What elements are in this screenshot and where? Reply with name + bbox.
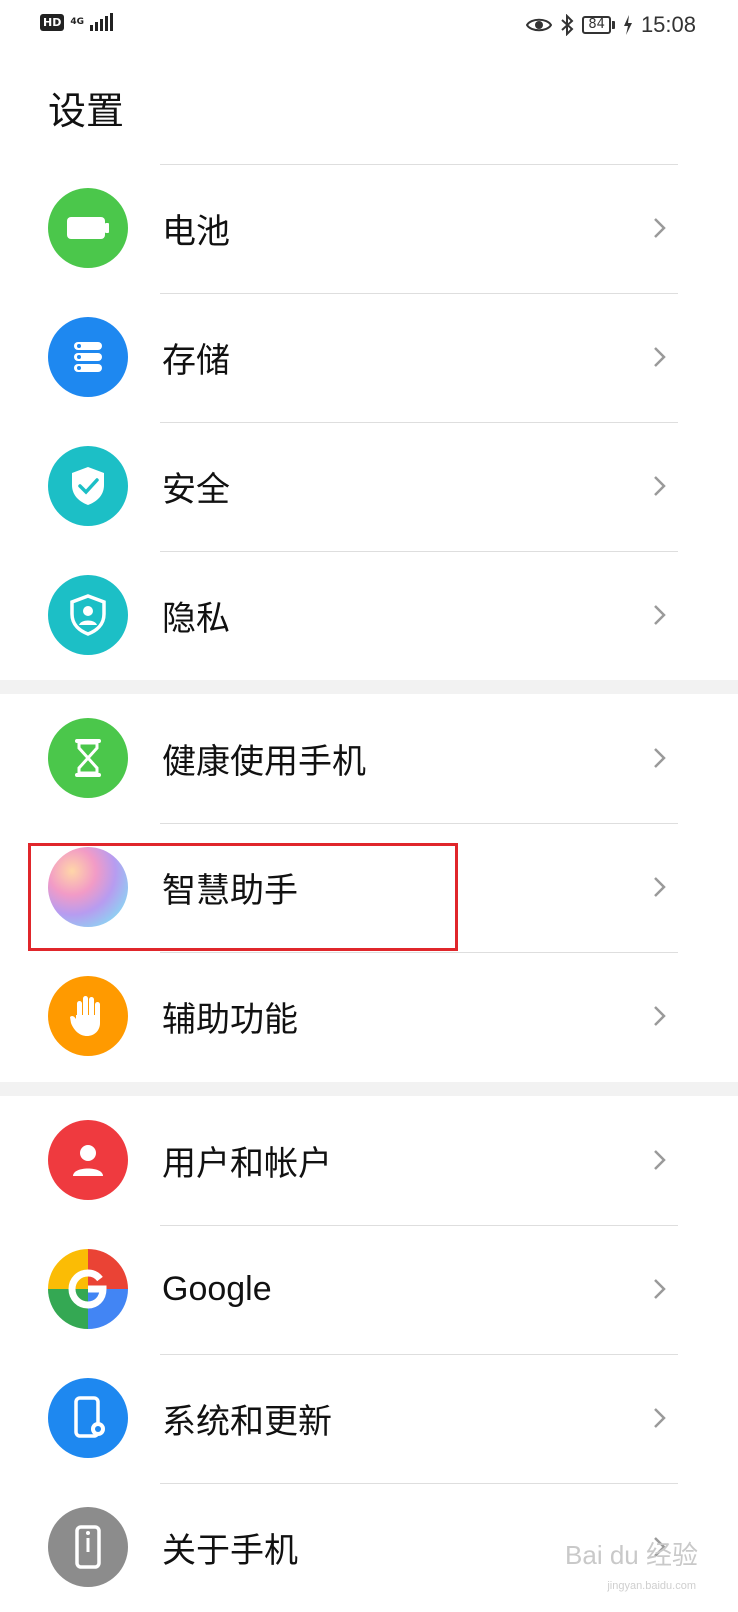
- signal-icon: [90, 13, 113, 31]
- shield-check-icon: [48, 446, 128, 526]
- status-right: 84 15:08: [526, 12, 696, 38]
- google-icon: [48, 1249, 128, 1329]
- settings-item-label: 健康使用手机: [162, 742, 366, 782]
- section-separator: [0, 680, 738, 694]
- battery-level: 84: [582, 16, 611, 34]
- settings-item-label: 关于手机: [162, 1531, 298, 1571]
- eye-icon: [526, 18, 553, 32]
- hd-badge: HD: [40, 13, 65, 31]
- page-title: 设置: [48, 89, 125, 133]
- settings-item-label: 辅助功能: [162, 1000, 298, 1040]
- chevron-right-icon: [654, 877, 666, 897]
- settings-item-label: 用户和帐户: [162, 1144, 332, 1184]
- watermark: Bai du 经验: [565, 1540, 698, 1570]
- settings-item-label: 安全: [162, 470, 230, 510]
- settings-item-label: Google: [162, 1270, 272, 1308]
- system-update-icon: [48, 1378, 128, 1458]
- settings-item-google[interactable]: Google: [0, 1225, 738, 1354]
- charging-icon: [623, 15, 632, 35]
- settings-item-privacy[interactable]: 隐私: [0, 551, 738, 680]
- storage-icon: [48, 317, 128, 397]
- settings-item-label: 存储: [162, 341, 230, 381]
- settings-item-storage[interactable]: 存储: [0, 293, 738, 422]
- settings-item-label: 隐私: [162, 599, 230, 639]
- settings-group-1: 电池 存储 安全 隐私: [0, 164, 738, 680]
- clock: 15:08: [640, 12, 696, 37]
- chevron-right-icon: [654, 476, 666, 496]
- bluetooth-icon: [561, 14, 574, 36]
- status-left: HD 4G: [40, 13, 113, 31]
- settings-item-digital-balance[interactable]: 健康使用手机: [0, 694, 738, 823]
- privacy-icon: [48, 575, 128, 655]
- watermark-url: jingyan.baidu.com: [607, 1580, 696, 1592]
- user-icon: [48, 1120, 128, 1200]
- network-type: 4G: [70, 16, 84, 27]
- battery-icon: [48, 188, 128, 268]
- about-phone-icon: [48, 1507, 128, 1587]
- settings-item-security[interactable]: 安全: [0, 422, 738, 551]
- chevron-right-icon: [654, 218, 666, 238]
- hand-icon: [48, 976, 128, 1056]
- chevron-right-icon: [654, 347, 666, 367]
- chevron-right-icon: [654, 1006, 666, 1026]
- chevron-right-icon: [654, 605, 666, 625]
- chevron-right-icon: [654, 1279, 666, 1299]
- settings-item-accessibility[interactable]: 辅助功能: [0, 952, 738, 1081]
- highlight-frame: [28, 843, 458, 951]
- hourglass-icon: [48, 718, 128, 798]
- settings-item-label: 系统和更新: [162, 1402, 332, 1442]
- settings-item-system-update[interactable]: 系统和更新: [0, 1354, 738, 1483]
- status-bar: HD 4G 84 15:08: [0, 0, 738, 52]
- section-separator: [0, 1082, 738, 1096]
- chevron-right-icon: [654, 1408, 666, 1428]
- settings-item-label: 电池: [162, 212, 230, 252]
- settings-item-accounts[interactable]: 用户和帐户: [0, 1096, 738, 1225]
- chevron-right-icon: [654, 1150, 666, 1170]
- settings-item-battery[interactable]: 电池: [0, 164, 738, 293]
- chevron-right-icon: [654, 748, 666, 768]
- battery-indicator: 84: [582, 16, 615, 34]
